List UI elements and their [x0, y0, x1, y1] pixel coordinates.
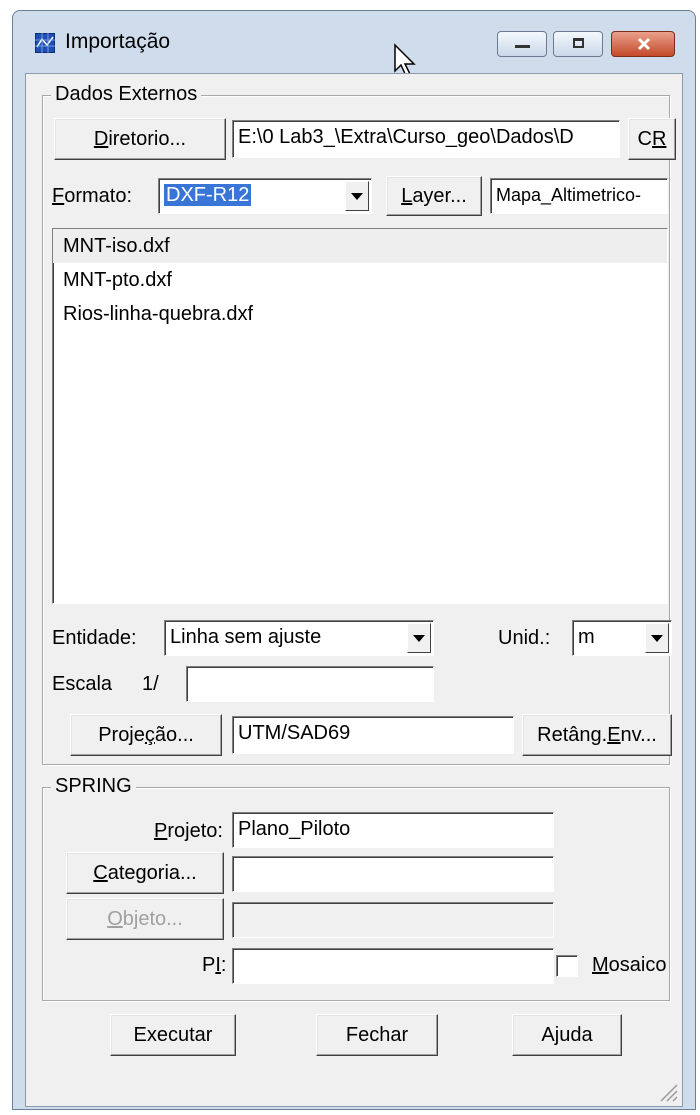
entidade-select[interactable]: Linha sem ajuste	[164, 620, 434, 656]
chevron-down-icon[interactable]	[645, 623, 669, 653]
minimize-button[interactable]	[497, 31, 547, 57]
chevron-down-icon[interactable]	[345, 181, 369, 211]
unid-select[interactable]: m	[572, 620, 672, 656]
objeto-button: Objeto...	[66, 898, 224, 940]
retang-env-button[interactable]: Retâng. Env...	[522, 714, 672, 756]
mosaico-label[interactable]: Mosaico	[592, 954, 666, 977]
formato-label: Formato:	[52, 185, 133, 207]
minimize-icon	[515, 45, 530, 48]
objeto-field	[232, 902, 554, 938]
list-item[interactable]: Rios-linha-quebra.dxf	[53, 297, 667, 331]
list-item[interactable]: MNT-iso.dxf	[53, 229, 667, 263]
maximize-button[interactable]	[553, 31, 603, 57]
escala-input[interactable]	[186, 666, 434, 702]
directory-path-field[interactable]: E:\0 Lab3_\Extra\Curso_geo\Dados\D	[232, 120, 620, 158]
projecao-button[interactable]: Proje ç ão...	[70, 714, 222, 756]
diretorio-button[interactable]: Diretorio...	[54, 118, 226, 160]
chevron-down-icon[interactable]	[407, 623, 431, 653]
close-icon	[637, 37, 651, 51]
window-title: Importação	[65, 30, 171, 53]
fechar-button[interactable]: Fechar	[316, 1014, 438, 1056]
pi-label: PI:	[202, 954, 227, 976]
projeto-field[interactable]: Plano_Piloto	[232, 812, 554, 848]
map-grid-icon	[35, 33, 55, 53]
mosaico-checkbox[interactable]	[556, 955, 578, 977]
projeto-label: Projeto:	[154, 820, 223, 842]
cr-button[interactable]: CR	[628, 118, 676, 160]
executar-button[interactable]: Executar	[110, 1014, 236, 1056]
projecao-field[interactable]: UTM/SAD69	[232, 716, 514, 754]
resize-grip-icon[interactable]	[656, 1080, 678, 1102]
formato-select[interactable]: DXF-R12	[158, 178, 372, 214]
title-bar[interactable]: Importação	[13, 11, 695, 78]
escala-prefix: 1/	[142, 673, 159, 695]
file-list[interactable]: MNT-iso.dxf MNT-pto.dxf Rios-linha-quebr…	[52, 228, 668, 604]
categoria-field[interactable]	[232, 856, 554, 892]
spring-group-label: SPRING	[51, 775, 136, 798]
pi-field[interactable]	[232, 948, 554, 984]
categoria-button[interactable]: Categoria...	[66, 852, 224, 894]
escala-label: Escala	[52, 673, 113, 695]
unid-label: Unid.:	[498, 627, 551, 649]
maximize-icon	[573, 38, 584, 48]
entidade-label: Entidade:	[52, 627, 137, 649]
ajuda-button[interactable]: Ajuda	[512, 1014, 622, 1056]
layer-button[interactable]: Layer...	[386, 176, 482, 216]
dados-externos-group-label: Dados Externos	[51, 83, 202, 106]
dialog-client-area: Dados Externos Diretorio... E:\0 Lab3_\E…	[25, 73, 683, 1107]
importacao-window: Importação Dados Externos Diretorio... E…	[12, 10, 696, 1110]
close-button[interactable]	[611, 31, 675, 57]
list-item[interactable]: MNT-pto.dxf	[53, 263, 667, 297]
layer-name-field[interactable]: Mapa_Altimetrico-	[490, 178, 668, 214]
